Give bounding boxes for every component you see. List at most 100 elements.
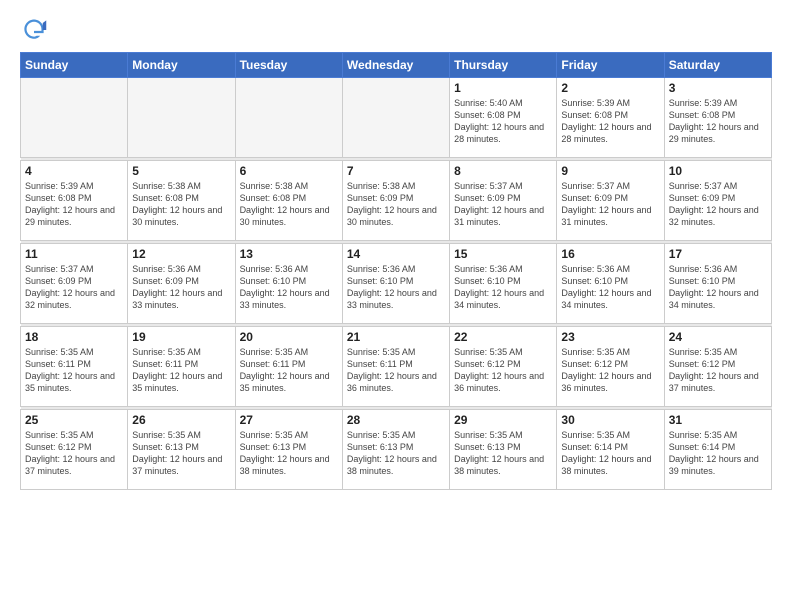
day-info: Sunrise: 5:40 AM Sunset: 6:08 PM Dayligh…	[454, 97, 552, 146]
day-number: 18	[25, 330, 123, 344]
weekday-header-wednesday: Wednesday	[342, 53, 449, 78]
day-info: Sunrise: 5:35 AM Sunset: 6:12 PM Dayligh…	[669, 346, 767, 395]
calendar-cell: 28Sunrise: 5:35 AM Sunset: 6:13 PM Dayli…	[342, 410, 449, 490]
calendar-cell: 1 Sunrise: 5:40 AM Sunset: 6:08 PM Daylig…	[450, 78, 557, 158]
weekday-header-tuesday: Tuesday	[235, 53, 342, 78]
day-number: 6	[240, 164, 338, 178]
day-number: 10	[669, 164, 767, 178]
calendar-cell: 30 Sunrise: 5:35 AM Sunset: 6:14 PM Dayli…	[557, 410, 664, 490]
calendar-cell: 3 Sunrise: 5:39 AM Sunset: 6:08 PM Daylig…	[664, 78, 771, 158]
calendar-cell: 19 Sunrise: 5:35 AM Sunset: 6:11 PM Dayli…	[128, 327, 235, 407]
weekday-header-monday: Monday	[128, 53, 235, 78]
day-info: Sunrise: 5:37 AM Sunset: 6:09 PM Dayligh…	[25, 263, 123, 312]
day-number: 3	[669, 81, 767, 95]
day-number: 9	[561, 164, 659, 178]
day-number: 30	[561, 413, 659, 427]
weekday-header-thursday: Thursday	[450, 53, 557, 78]
day-number: 16	[561, 247, 659, 261]
calendar-table: SundayMondayTuesdayWednesdayThursdayFrid…	[20, 52, 772, 490]
day-info: Sunrise: 5:35 AM Sunset: 6:11 PM Dayligh…	[132, 346, 230, 395]
calendar-cell: 27 Sunrise: 5:35 AM Sunset: 6:13 PM Dayli…	[235, 410, 342, 490]
day-info: Sunrise: 5:35 AM Sunset: 6:14 PM Dayligh…	[561, 429, 659, 478]
day-info: Sunrise: 5:39 AM Sunset: 6:08 PM Dayligh…	[25, 180, 123, 229]
day-number: 2	[561, 81, 659, 95]
calendar-cell: 24 Sunrise: 5:35 AM Sunset: 6:12 PM Dayli…	[664, 327, 771, 407]
calendar-cell: 29Sunrise: 5:35 AM Sunset: 6:13 PM Dayli…	[450, 410, 557, 490]
day-info: Sunrise: 5:38 AM Sunset: 6:09 PM Dayligh…	[347, 180, 445, 229]
calendar-cell: 16 Sunrise: 5:36 AM Sunset: 6:10 PM Dayli…	[557, 244, 664, 324]
calendar-cell: 17 Sunrise: 5:36 AM Sunset: 6:10 PM Dayli…	[664, 244, 771, 324]
calendar-cell: 20 Sunrise: 5:35 AM Sunset: 6:11 PM Dayli…	[235, 327, 342, 407]
day-info: Sunrise: 5:35 AM Sunset: 6:11 PM Dayligh…	[240, 346, 338, 395]
header	[20, 16, 772, 44]
day-number: 17	[669, 247, 767, 261]
day-number: 12	[132, 247, 230, 261]
weekday-header-saturday: Saturday	[664, 53, 771, 78]
day-number: 31	[669, 413, 767, 427]
day-info: Sunrise: 5:35 AM Sunset: 6:13 PM Dayligh…	[132, 429, 230, 478]
calendar-cell: 2 Sunrise: 5:39 AM Sunset: 6:08 PM Daylig…	[557, 78, 664, 158]
week-row-1: 1 Sunrise: 5:40 AM Sunset: 6:08 PM Daylig…	[21, 78, 772, 158]
day-info: Sunrise: 5:35 AM Sunset: 6:11 PM Dayligh…	[347, 346, 445, 395]
day-number: 5	[132, 164, 230, 178]
day-info: Sunrise: 5:36 AM Sunset: 6:09 PM Dayligh…	[132, 263, 230, 312]
day-info: Sunrise: 5:36 AM Sunset: 6:10 PM Dayligh…	[669, 263, 767, 312]
day-number: 21	[347, 330, 445, 344]
calendar-cell: 10Sunrise: 5:37 AM Sunset: 6:09 PM Dayli…	[664, 161, 771, 241]
weekday-header-sunday: Sunday	[21, 53, 128, 78]
week-row-5: 25 Sunrise: 5:35 AM Sunset: 6:12 PM Dayli…	[21, 410, 772, 490]
day-info: Sunrise: 5:39 AM Sunset: 6:08 PM Dayligh…	[669, 97, 767, 146]
calendar-cell	[128, 78, 235, 158]
logo-icon	[20, 16, 48, 44]
weekday-header-row: SundayMondayTuesdayWednesdayThursdayFrid…	[21, 53, 772, 78]
calendar-cell: 31 Sunrise: 5:35 AM Sunset: 6:14 PM Dayli…	[664, 410, 771, 490]
day-number: 20	[240, 330, 338, 344]
day-number: 7	[347, 164, 445, 178]
logo	[20, 16, 52, 44]
calendar-cell	[21, 78, 128, 158]
day-number: 23	[561, 330, 659, 344]
day-number: 22	[454, 330, 552, 344]
calendar-cell: 13Sunrise: 5:36 AM Sunset: 6:10 PM Dayli…	[235, 244, 342, 324]
day-number: 27	[240, 413, 338, 427]
calendar-cell: 7 Sunrise: 5:38 AM Sunset: 6:09 PM Daylig…	[342, 161, 449, 241]
day-info: Sunrise: 5:35 AM Sunset: 6:14 PM Dayligh…	[669, 429, 767, 478]
day-number: 15	[454, 247, 552, 261]
day-number: 29	[454, 413, 552, 427]
day-number: 13	[240, 247, 338, 261]
day-info: Sunrise: 5:38 AM Sunset: 6:08 PM Dayligh…	[132, 180, 230, 229]
calendar-cell: 11 Sunrise: 5:37 AM Sunset: 6:09 PM Dayli…	[21, 244, 128, 324]
calendar-cell: 25 Sunrise: 5:35 AM Sunset: 6:12 PM Dayli…	[21, 410, 128, 490]
calendar-cell: 5 Sunrise: 5:38 AM Sunset: 6:08 PM Daylig…	[128, 161, 235, 241]
week-row-2: 4Sunrise: 5:39 AM Sunset: 6:08 PM Daylig…	[21, 161, 772, 241]
calendar-cell: 8Sunrise: 5:37 AM Sunset: 6:09 PM Daylig…	[450, 161, 557, 241]
calendar-cell: 9Sunrise: 5:37 AM Sunset: 6:09 PM Daylig…	[557, 161, 664, 241]
day-info: Sunrise: 5:36 AM Sunset: 6:10 PM Dayligh…	[561, 263, 659, 312]
day-info: Sunrise: 5:37 AM Sunset: 6:09 PM Dayligh…	[454, 180, 552, 229]
day-number: 11	[25, 247, 123, 261]
day-info: Sunrise: 5:35 AM Sunset: 6:12 PM Dayligh…	[25, 429, 123, 478]
day-number: 26	[132, 413, 230, 427]
day-info: Sunrise: 5:35 AM Sunset: 6:12 PM Dayligh…	[561, 346, 659, 395]
day-info: Sunrise: 5:35 AM Sunset: 6:11 PM Dayligh…	[25, 346, 123, 395]
calendar-cell: 15Sunrise: 5:36 AM Sunset: 6:10 PM Dayli…	[450, 244, 557, 324]
day-info: Sunrise: 5:35 AM Sunset: 6:13 PM Dayligh…	[347, 429, 445, 478]
day-info: Sunrise: 5:39 AM Sunset: 6:08 PM Dayligh…	[561, 97, 659, 146]
calendar-cell: 14Sunrise: 5:36 AM Sunset: 6:10 PM Dayli…	[342, 244, 449, 324]
day-number: 1	[454, 81, 552, 95]
calendar-cell	[235, 78, 342, 158]
week-row-3: 11 Sunrise: 5:37 AM Sunset: 6:09 PM Dayli…	[21, 244, 772, 324]
weekday-header-friday: Friday	[557, 53, 664, 78]
calendar-cell: 23 Sunrise: 5:35 AM Sunset: 6:12 PM Dayli…	[557, 327, 664, 407]
calendar-cell: 22Sunrise: 5:35 AM Sunset: 6:12 PM Dayli…	[450, 327, 557, 407]
calendar-cell: 4Sunrise: 5:39 AM Sunset: 6:08 PM Daylig…	[21, 161, 128, 241]
day-number: 25	[25, 413, 123, 427]
day-info: Sunrise: 5:35 AM Sunset: 6:13 PM Dayligh…	[240, 429, 338, 478]
calendar-cell: 26 Sunrise: 5:35 AM Sunset: 6:13 PM Dayli…	[128, 410, 235, 490]
day-number: 19	[132, 330, 230, 344]
day-info: Sunrise: 5:38 AM Sunset: 6:08 PM Dayligh…	[240, 180, 338, 229]
day-number: 14	[347, 247, 445, 261]
calendar-cell: 18 Sunrise: 5:35 AM Sunset: 6:11 PM Dayli…	[21, 327, 128, 407]
calendar-cell: 21 Sunrise: 5:35 AM Sunset: 6:11 PM Dayli…	[342, 327, 449, 407]
day-number: 24	[669, 330, 767, 344]
